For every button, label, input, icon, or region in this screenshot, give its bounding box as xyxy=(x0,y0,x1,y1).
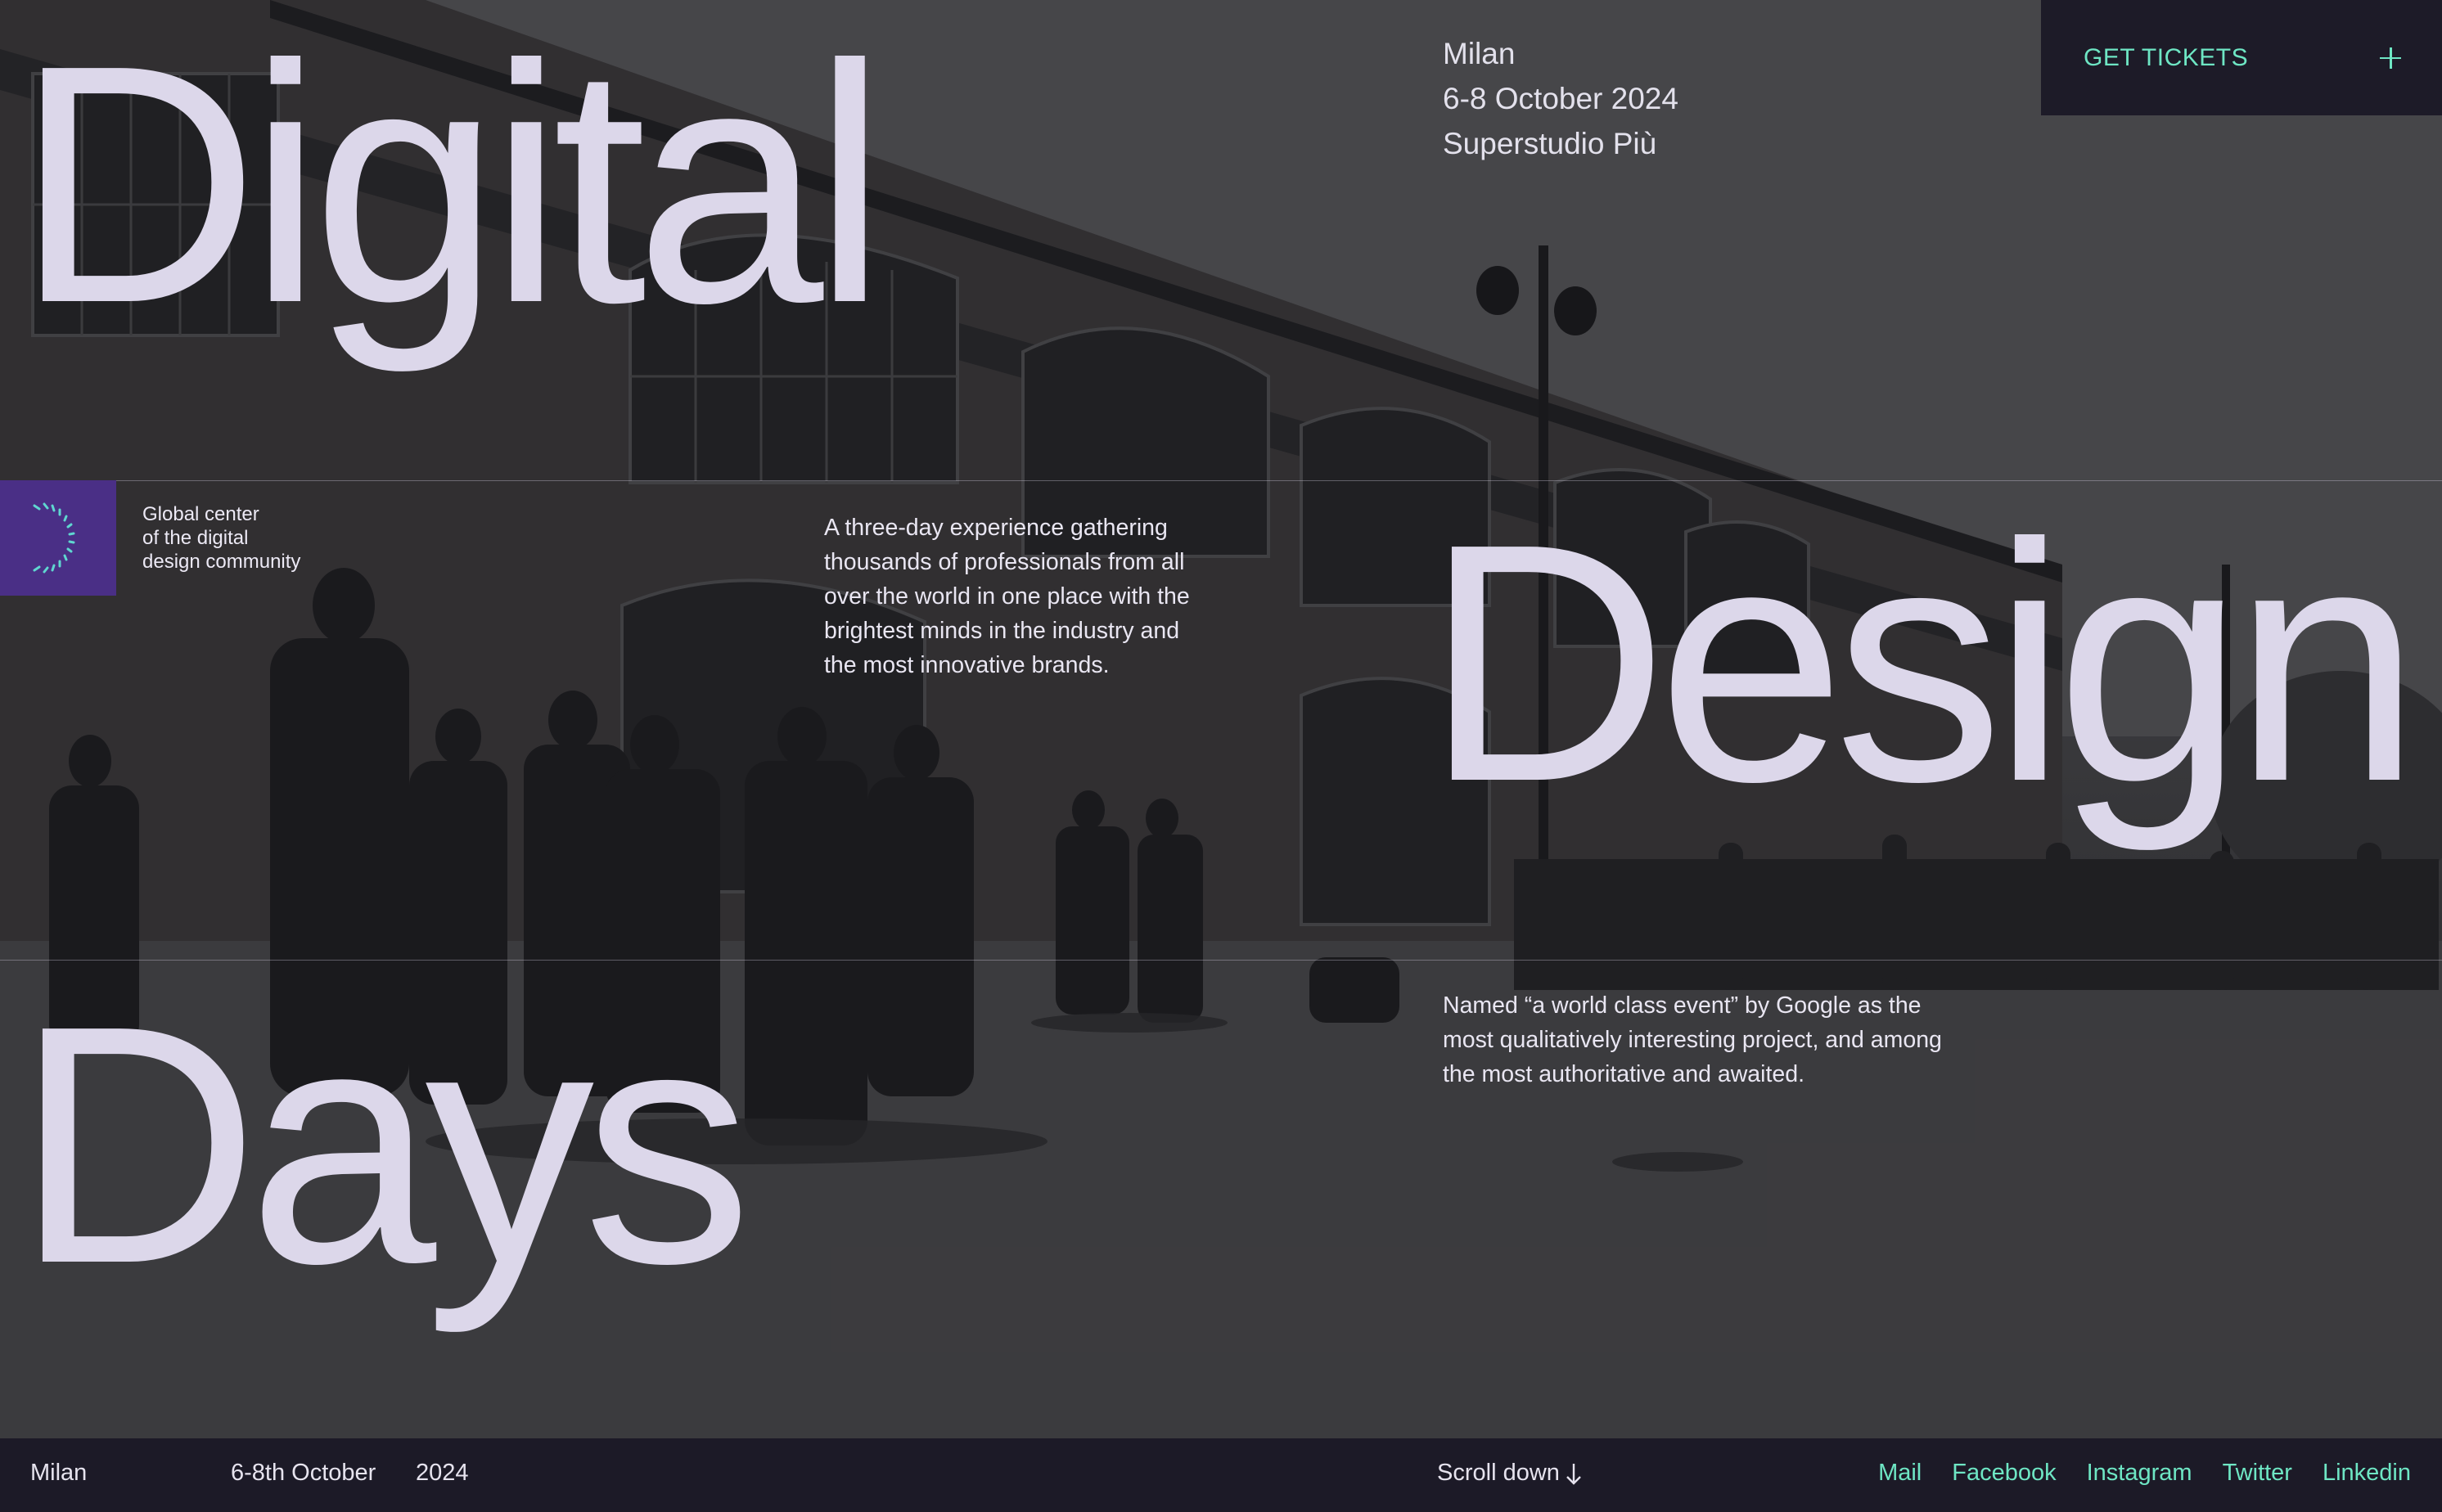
tagline-line: of the digital xyxy=(142,527,249,549)
ddd-arc-logo-icon xyxy=(33,502,75,574)
event-city: Milan xyxy=(1443,37,1516,70)
scroll-down-label: Scroll down xyxy=(1437,1460,1560,1486)
event-info: Milan 6-8 October 2024 Superstudio Più xyxy=(1443,31,1678,166)
quote-paragraph: Named “a world class event” by Google as… xyxy=(1443,992,1942,1087)
brand-tagline: Global center of the digital design comm… xyxy=(142,502,355,574)
link-linkedin[interactable]: Linkedin xyxy=(2323,1460,2411,1487)
tagline-line: design community xyxy=(142,551,301,573)
plus-icon xyxy=(2380,47,2401,69)
get-tickets-button[interactable]: GET TICKETS xyxy=(2041,0,2442,115)
title-word-days: Days xyxy=(15,955,752,1334)
footer-city: Milan xyxy=(30,1460,88,1486)
link-instagram[interactable]: Instagram xyxy=(2087,1460,2192,1487)
title-word-design: Design xyxy=(1424,473,2422,852)
title-word-digital: Digital xyxy=(15,0,887,373)
ddd-logo[interactable] xyxy=(0,480,116,596)
event-dates: 6-8 October 2024 xyxy=(1443,82,1678,115)
intro-paragraph: A three-day experience gathering thousan… xyxy=(824,515,1190,678)
link-facebook[interactable]: Facebook xyxy=(1952,1460,2056,1487)
footer-year: 2024 xyxy=(416,1460,469,1486)
link-twitter[interactable]: Twitter xyxy=(2223,1460,2292,1487)
scroll-down-button[interactable]: Scroll down xyxy=(1437,1460,1583,1487)
footer-bar: Milan 6-8th October 2024 Scroll down Mai… xyxy=(0,1438,2442,1512)
tagline-line: Global center xyxy=(142,503,259,525)
get-tickets-label: GET TICKETS xyxy=(2084,43,2249,71)
arrow-down-icon xyxy=(1566,1463,1581,1485)
link-mail[interactable]: Mail xyxy=(1878,1460,1922,1487)
event-venue: Superstudio Più xyxy=(1443,127,1657,160)
social-links: Mail Facebook Instagram Twitter Linkedin xyxy=(1878,1460,2411,1487)
footer-date: 6-8th October xyxy=(231,1460,376,1486)
